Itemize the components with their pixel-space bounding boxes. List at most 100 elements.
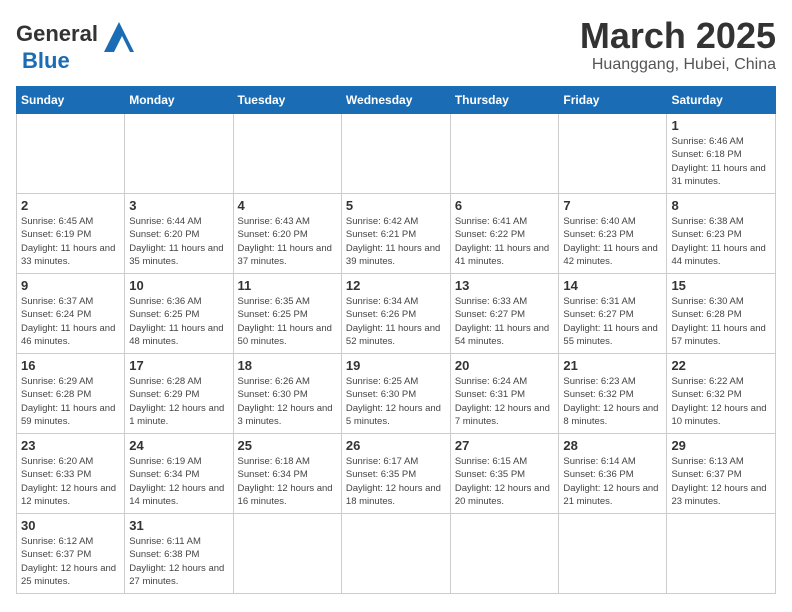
day-info: Sunrise: 6:33 AM Sunset: 6:27 PM Dayligh…	[455, 295, 555, 348]
day-number: 15	[671, 278, 771, 293]
day-info: Sunrise: 6:34 AM Sunset: 6:26 PM Dayligh…	[346, 295, 446, 348]
calendar-table: SundayMondayTuesdayWednesdayThursdayFrid…	[16, 86, 776, 594]
calendar-week-row: 16 Sunrise: 6:29 AM Sunset: 6:28 PM Dayli…	[17, 354, 776, 434]
day-info: Sunrise: 6:43 AM Sunset: 6:20 PM Dayligh…	[238, 215, 337, 268]
day-of-week-header: Wednesday	[341, 87, 450, 114]
calendar-day-cell: 16 Sunrise: 6:29 AM Sunset: 6:28 PM Dayli…	[17, 354, 125, 434]
day-info: Sunrise: 6:23 AM Sunset: 6:32 PM Dayligh…	[563, 375, 662, 428]
header: General Blue March 2025 Huanggang, Hubei…	[16, 16, 776, 74]
logo-text-blue: Blue	[22, 48, 70, 73]
day-number: 2	[21, 198, 120, 213]
day-number: 25	[238, 438, 337, 453]
month-title: March 2025	[580, 16, 776, 56]
calendar-day-cell: 13 Sunrise: 6:33 AM Sunset: 6:27 PM Dayli…	[450, 274, 559, 354]
calendar-day-cell: 30Sunrise: 6:12 AM Sunset: 6:37 PM Dayli…	[17, 514, 125, 594]
logo-text-general: General	[16, 21, 98, 47]
day-of-week-header: Monday	[125, 87, 233, 114]
day-info: Sunrise: 6:44 AM Sunset: 6:20 PM Dayligh…	[129, 215, 228, 268]
calendar-day-cell: 23Sunrise: 6:20 AM Sunset: 6:33 PM Dayli…	[17, 434, 125, 514]
calendar-day-cell: 26 Sunrise: 6:17 AM Sunset: 6:35 PM Dayli…	[341, 434, 450, 514]
day-info: Sunrise: 6:18 AM Sunset: 6:34 PM Dayligh…	[238, 455, 337, 508]
day-number: 23	[21, 438, 120, 453]
day-info: Sunrise: 6:13 AM Sunset: 6:37 PM Dayligh…	[671, 455, 771, 508]
calendar-day-cell: 2 Sunrise: 6:45 AM Sunset: 6:19 PM Daylig…	[17, 194, 125, 274]
day-number: 11	[238, 278, 337, 293]
day-info: Sunrise: 6:45 AM Sunset: 6:19 PM Dayligh…	[21, 215, 120, 268]
day-number: 18	[238, 358, 337, 373]
calendar-day-cell: 1Sunrise: 6:46 AM Sunset: 6:18 PM Daylig…	[667, 114, 776, 194]
calendar-day-cell: 17 Sunrise: 6:28 AM Sunset: 6:29 PM Dayli…	[125, 354, 233, 434]
day-number: 6	[455, 198, 555, 213]
calendar-day-cell: 8 Sunrise: 6:38 AM Sunset: 6:23 PM Daylig…	[667, 194, 776, 274]
day-number: 7	[563, 198, 662, 213]
calendar-day-cell: 14 Sunrise: 6:31 AM Sunset: 6:27 PM Dayli…	[559, 274, 667, 354]
day-number: 20	[455, 358, 555, 373]
calendar-day-cell: 7 Sunrise: 6:40 AM Sunset: 6:23 PM Daylig…	[559, 194, 667, 274]
day-info: Sunrise: 6:31 AM Sunset: 6:27 PM Dayligh…	[563, 295, 662, 348]
day-info: Sunrise: 6:36 AM Sunset: 6:25 PM Dayligh…	[129, 295, 228, 348]
calendar-day-cell: 4 Sunrise: 6:43 AM Sunset: 6:20 PM Daylig…	[233, 194, 341, 274]
day-number: 16	[21, 358, 120, 373]
day-info: Sunrise: 6:41 AM Sunset: 6:22 PM Dayligh…	[455, 215, 555, 268]
calendar-day-cell: 19 Sunrise: 6:25 AM Sunset: 6:30 PM Dayli…	[341, 354, 450, 434]
calendar-day-cell	[17, 114, 125, 194]
day-info: Sunrise: 6:42 AM Sunset: 6:21 PM Dayligh…	[346, 215, 446, 268]
day-info: Sunrise: 6:26 AM Sunset: 6:30 PM Dayligh…	[238, 375, 337, 428]
calendar-day-cell	[559, 114, 667, 194]
title-area: March 2025 Huanggang, Hubei, China	[580, 16, 776, 74]
day-info: Sunrise: 6:29 AM Sunset: 6:28 PM Dayligh…	[21, 375, 120, 428]
day-info: Sunrise: 6:19 AM Sunset: 6:34 PM Dayligh…	[129, 455, 228, 508]
calendar-day-cell	[341, 514, 450, 594]
logo-icon	[100, 16, 138, 52]
day-of-week-header: Thursday	[450, 87, 559, 114]
calendar-day-cell: 18 Sunrise: 6:26 AM Sunset: 6:30 PM Dayli…	[233, 354, 341, 434]
calendar-week-row: 9Sunrise: 6:37 AM Sunset: 6:24 PM Daylig…	[17, 274, 776, 354]
calendar-day-cell: 31 Sunrise: 6:11 AM Sunset: 6:38 PM Dayli…	[125, 514, 233, 594]
day-number: 29	[671, 438, 771, 453]
day-info: Sunrise: 6:38 AM Sunset: 6:23 PM Dayligh…	[671, 215, 771, 268]
calendar-day-cell	[341, 114, 450, 194]
day-number: 28	[563, 438, 662, 453]
day-info: Sunrise: 6:28 AM Sunset: 6:29 PM Dayligh…	[129, 375, 228, 428]
day-of-week-header: Sunday	[17, 87, 125, 114]
day-number: 30	[21, 518, 120, 533]
logo: General Blue	[16, 16, 138, 74]
calendar-day-cell: 12 Sunrise: 6:34 AM Sunset: 6:26 PM Dayli…	[341, 274, 450, 354]
day-number: 31	[129, 518, 228, 533]
day-number: 4	[238, 198, 337, 213]
day-number: 1	[671, 118, 771, 133]
day-of-week-header: Friday	[559, 87, 667, 114]
day-info: Sunrise: 6:14 AM Sunset: 6:36 PM Dayligh…	[563, 455, 662, 508]
calendar-day-cell: 22 Sunrise: 6:22 AM Sunset: 6:32 PM Dayli…	[667, 354, 776, 434]
calendar-day-cell: 25 Sunrise: 6:18 AM Sunset: 6:34 PM Dayli…	[233, 434, 341, 514]
day-number: 14	[563, 278, 662, 293]
calendar-week-row: 30Sunrise: 6:12 AM Sunset: 6:37 PM Dayli…	[17, 514, 776, 594]
day-number: 21	[563, 358, 662, 373]
day-number: 8	[671, 198, 771, 213]
day-of-week-header: Saturday	[667, 87, 776, 114]
day-info: Sunrise: 6:40 AM Sunset: 6:23 PM Dayligh…	[563, 215, 662, 268]
day-of-week-header: Tuesday	[233, 87, 341, 114]
day-info: Sunrise: 6:35 AM Sunset: 6:25 PM Dayligh…	[238, 295, 337, 348]
day-number: 9	[21, 278, 120, 293]
day-number: 19	[346, 358, 446, 373]
day-number: 12	[346, 278, 446, 293]
day-number: 26	[346, 438, 446, 453]
day-info: Sunrise: 6:17 AM Sunset: 6:35 PM Dayligh…	[346, 455, 446, 508]
day-number: 13	[455, 278, 555, 293]
day-number: 3	[129, 198, 228, 213]
calendar-day-cell: 11 Sunrise: 6:35 AM Sunset: 6:25 PM Dayli…	[233, 274, 341, 354]
day-info: Sunrise: 6:15 AM Sunset: 6:35 PM Dayligh…	[455, 455, 555, 508]
calendar-day-cell: 24 Sunrise: 6:19 AM Sunset: 6:34 PM Dayli…	[125, 434, 233, 514]
calendar-week-row: 2 Sunrise: 6:45 AM Sunset: 6:19 PM Daylig…	[17, 194, 776, 274]
calendar-day-cell	[233, 114, 341, 194]
day-number: 17	[129, 358, 228, 373]
day-info: Sunrise: 6:25 AM Sunset: 6:30 PM Dayligh…	[346, 375, 446, 428]
calendar-day-cell: 10 Sunrise: 6:36 AM Sunset: 6:25 PM Dayli…	[125, 274, 233, 354]
day-number: 10	[129, 278, 228, 293]
day-number: 24	[129, 438, 228, 453]
day-info: Sunrise: 6:22 AM Sunset: 6:32 PM Dayligh…	[671, 375, 771, 428]
calendar-week-row: 1Sunrise: 6:46 AM Sunset: 6:18 PM Daylig…	[17, 114, 776, 194]
day-number: 22	[671, 358, 771, 373]
day-info: Sunrise: 6:11 AM Sunset: 6:38 PM Dayligh…	[129, 535, 228, 588]
